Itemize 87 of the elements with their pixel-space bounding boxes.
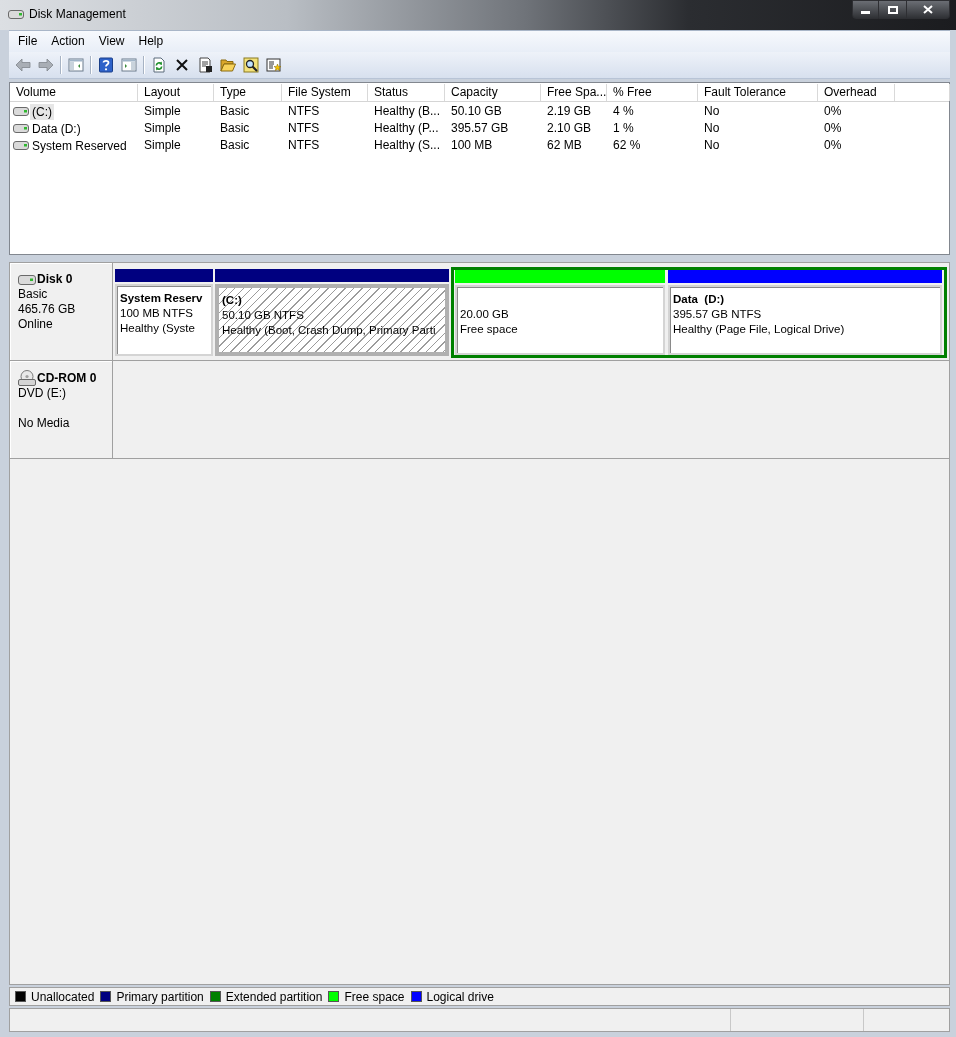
partition-box[interactable]: 20.00 GB Free space [455, 285, 665, 355]
table-cell-text: 395.57 GB [450, 120, 510, 137]
drive-icon [13, 124, 29, 133]
maximize-icon [887, 5, 898, 14]
partition-status: Healthy (Syste [120, 321, 195, 336]
column-header[interactable]: Capacity [445, 84, 541, 101]
table-cell-text: 62 % [612, 137, 642, 154]
column-header[interactable]: Layout [138, 84, 214, 101]
partition-box[interactable]: Data (D:) 395.57 GB NTFS Healthy (Page File, Logical Drive) [668, 285, 942, 355]
column-header[interactable]: % Free [607, 84, 698, 101]
table-cell-text: 2.10 GB [546, 120, 593, 137]
disk-type: DVD (E:) [18, 386, 67, 401]
legend-label: Primary partition [116, 988, 204, 1006]
table-cell-text: No [703, 137, 721, 154]
legend-label: Free space [344, 988, 405, 1006]
disk-drive-icon [18, 274, 36, 285]
legend-label: Logical drive [426, 988, 494, 1006]
disk-status: No Media [18, 416, 71, 431]
close-button[interactable] [907, 0, 950, 19]
table-cell-text: NTFS [287, 137, 321, 154]
table-cell-text: No [703, 103, 721, 120]
column-header[interactable]: Volume [10, 84, 138, 101]
column-header[interactable]: Status [368, 84, 445, 101]
partition-name: Data (D:) [673, 292, 725, 307]
table-cell-text: NTFS [287, 103, 321, 120]
disk-drive-icon [8, 10, 24, 19]
window-title: Disk Management [29, 7, 126, 22]
column-header[interactable]: Overhead [818, 84, 895, 101]
column-header[interactable]: File System [282, 84, 368, 101]
cd-drive-icon [18, 370, 36, 386]
table-cell-text: Basic [219, 120, 251, 137]
disk-size: 465.76 GB [18, 302, 77, 317]
table-cell-text: 0% [823, 103, 843, 120]
close-icon [923, 5, 933, 14]
partition-size: 395.57 GB NTFS [673, 307, 762, 322]
legend-label: Extended partition [225, 988, 323, 1006]
table-cell-text: Basic [219, 103, 251, 120]
column-header[interactable]: Fault Tolerance [698, 84, 818, 101]
extended-partition-frame[interactable]: 20.00 GB Free space Data (D:) 395.57 GB NTFS Healthy (Page File, Logical Drive) [451, 267, 947, 358]
table-cell-text: 1 % [612, 120, 635, 137]
minimize-button[interactable] [852, 0, 879, 19]
partition-size: 20.00 GB [460, 307, 509, 322]
partition-size: 100 MB NTFS [120, 306, 193, 321]
menu-item[interactable]: Action [44, 32, 92, 51]
table-cell-text: 100 MB [450, 137, 494, 154]
disk-name: CD-ROM 0 [37, 370, 97, 386]
table-cell-text: 62 MB [546, 137, 583, 154]
menu-item[interactable]: File [11, 32, 45, 51]
table-cell-text: Healthy (S... [373, 137, 442, 154]
table-cell-text: Healthy (P... [373, 120, 440, 137]
disk-type: Basic [18, 287, 49, 302]
partition-status: Free space [460, 322, 518, 337]
table-cell-text: Basic [219, 137, 251, 154]
table-cell-text: Simple [143, 103, 182, 120]
partition-name: (C:) [222, 293, 242, 308]
legend-label: Unallocated [31, 988, 95, 1006]
table-cell-text: 2.19 GB [546, 103, 593, 120]
table-cell-text: Healthy (B... [373, 103, 442, 120]
table-cell-text: Simple [143, 120, 182, 137]
drive-label[interactable]: Data (D:) [30, 120, 83, 137]
table-cell-text: NTFS [287, 120, 321, 137]
table-cell-text: 50.10 GB [450, 103, 503, 120]
drive-icon [13, 107, 29, 116]
column-header[interactable]: Free Spa... [541, 84, 607, 101]
disk-status: Online [18, 317, 54, 332]
table-cell-text: 4 % [612, 103, 635, 120]
partition-size: 50.10 GB NTFS [222, 308, 304, 323]
drive-label[interactable]: (C:) [30, 103, 54, 120]
minimize-icon [861, 10, 870, 14]
partition-name: System Reserv [120, 291, 203, 306]
drive-label[interactable]: System Reserved [30, 137, 129, 154]
table-cell-text: 0% [823, 137, 843, 154]
partition-status: Healthy (Boot, Crash Dump, Primary Parti [222, 323, 436, 338]
disk-name: Disk 0 [37, 272, 73, 287]
maximize-button[interactable] [879, 0, 907, 19]
table-cell-text: No [703, 120, 721, 137]
partition-box[interactable]: System Reserv 100 MB NTFS Healthy (Syste [115, 284, 213, 356]
table-cell-text: 0% [823, 120, 843, 137]
partition-box[interactable]: (C:) 50.10 GB NTFS Healthy (Boot, Crash Dump, Primary Parti [215, 284, 449, 356]
menu-item[interactable]: View [91, 32, 132, 51]
partition-status: Healthy (Page File, Logical Drive) [673, 322, 845, 337]
disk-label-panel[interactable]: CD-ROM 0 DVD (E:) No Media [10, 361, 113, 458]
column-header[interactable]: Type [214, 84, 282, 101]
table-cell-text: Simple [143, 137, 182, 154]
menu-item[interactable]: Help [131, 32, 171, 51]
drive-icon [13, 141, 29, 150]
disk-label-panel[interactable]: Disk 0 Basic 465.76 GB Online [10, 263, 113, 360]
